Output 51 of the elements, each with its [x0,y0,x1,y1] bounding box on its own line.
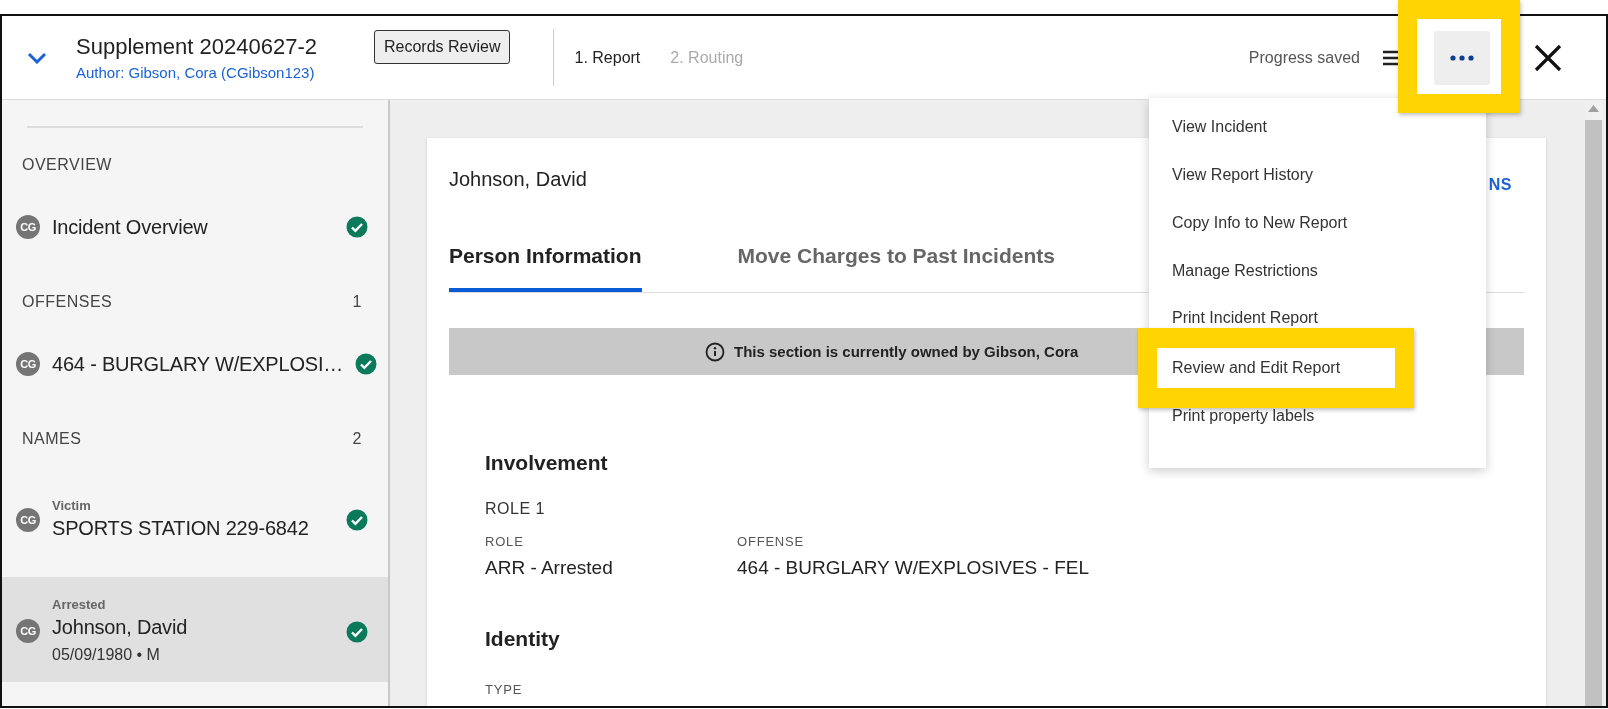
tab[interactable]: Move Charges to Past Incidents [737,230,1055,292]
menu-item[interactable]: View Report History [1149,151,1486,199]
nav-item[interactable]: CG Arrested Johnson, David 05/09/1980 • M [2,577,388,682]
section-count: 2 [352,430,362,448]
records-review-button[interactable]: Records Review [374,30,511,64]
save-status: Progress saved [1248,48,1360,67]
field-label: TYPE [485,682,524,698]
menu-item[interactable]: Print property labels [1149,408,1486,440]
notice-text: This section is currently owned by Gibson, Cora [734,343,1079,360]
item-label: SPORTS STATION 229-6842 [52,516,310,541]
avatar-initials: CG [16,619,40,643]
tab[interactable]: Person Information [449,230,642,292]
nav-item[interactable]: CG Incident Overview [2,189,388,265]
field-label: OFFENSE [737,534,805,550]
section-count: 1 [352,293,362,311]
subsection-heading: ROLE 1 [485,499,546,519]
item-role: Arrested [52,597,107,613]
report-title: Supplement 20240627-2 [76,33,318,60]
menu-item[interactable]: Copy Info to New Report [1149,199,1486,247]
field-value: 464 - BURGLARY W/EXPLOSIVES - FEL [737,556,1089,580]
section-heading: OFFENSES [22,293,113,311]
step-tab[interactable]: 1. Report [574,48,641,67]
menu-item[interactable]: Print Incident Report [1149,295,1486,328]
more-icon [1450,54,1474,61]
menu-item[interactable]: Manage Restrictions [1149,247,1486,295]
avatar-initials: CG [16,352,40,376]
info-icon [705,341,725,362]
author-link[interactable]: Author: Gibson, Cora (CGibson123) [76,63,374,82]
menu-item[interactable]: Review and Edit Report [1138,328,1414,408]
menu-icon[interactable] [1383,49,1400,66]
section-heading: Identity [485,626,561,652]
item-detail: 05/09/1980 • M [52,645,161,665]
action-link[interactable]: NS [1488,176,1512,194]
field-label: ROLE [485,534,525,550]
nav-item[interactable]: CG Victim SPORTS STATION 229-6842 [2,463,388,577]
collapse-chevron-icon[interactable] [27,51,47,64]
menu-item[interactable]: View Incident [1149,103,1486,151]
nav-item[interactable]: CG 464 - BURGLARY W/EXPLOSI… [2,326,388,402]
item-label: Johnson, David [52,615,189,640]
item-role: Victim [52,498,92,514]
field-value: ARR - Arrested [485,556,614,580]
avatar-initials: CG [16,215,40,239]
section-heading: OVERVIEW [22,156,112,174]
person-name: Johnson, David [449,167,587,192]
item-label: 464 - BURGLARY W/EXPLOSI… [52,352,344,377]
more-button[interactable] [1434,30,1490,85]
close-icon[interactable] [1534,43,1562,72]
section-heading: NAMES [22,430,82,448]
avatar-initials: CG [16,508,40,532]
item-label: Incident Overview [52,215,209,240]
section-heading: Involvement [485,450,609,476]
